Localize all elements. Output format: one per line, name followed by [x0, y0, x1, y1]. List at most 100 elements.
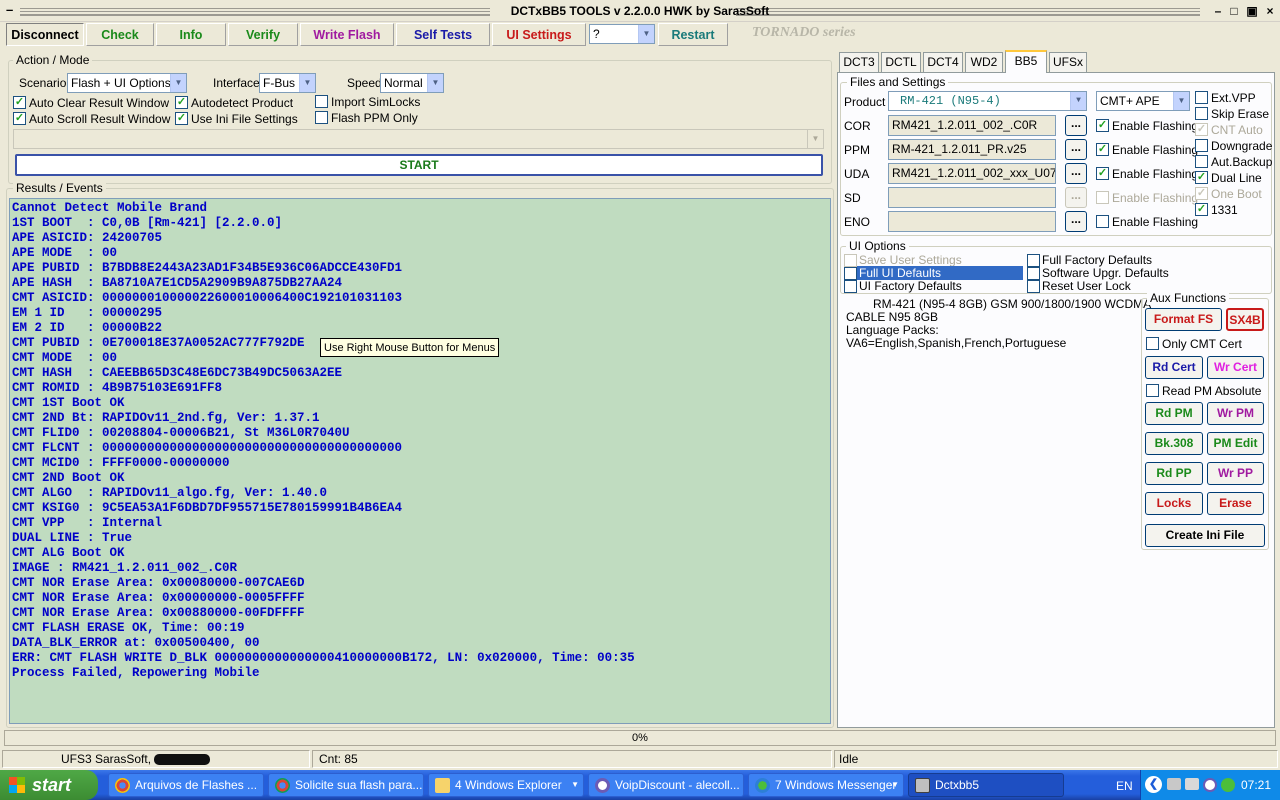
- scenario-value: Flash + UI Options: [71, 76, 171, 90]
- uda-browse-button[interactable]: ...: [1065, 163, 1087, 184]
- eno-field[interactable]: [888, 211, 1056, 232]
- use-ini-checkbox[interactable]: ✓: [175, 112, 188, 125]
- tray-device-icon[interactable]: [1167, 778, 1181, 790]
- results-log[interactable]: Cannot Detect Mobile Brand 1ST BOOT : C0…: [9, 198, 831, 724]
- uda-enable-checkbox[interactable]: ✓: [1096, 167, 1109, 180]
- tray-messenger-icon[interactable]: [1221, 778, 1235, 792]
- 1331-checkbox[interactable]: ✓: [1195, 203, 1208, 216]
- tab-ufsx[interactable]: UFSx: [1049, 52, 1087, 72]
- tray-voip-icon[interactable]: [1203, 778, 1217, 792]
- wr-pm-button[interactable]: Wr PM: [1207, 402, 1264, 425]
- locks-button[interactable]: Locks: [1145, 492, 1203, 515]
- rd-pm-button[interactable]: Rd PM: [1145, 402, 1203, 425]
- close-button[interactable]: ×: [1262, 3, 1278, 19]
- pm-edit-button[interactable]: PM Edit: [1207, 432, 1264, 455]
- dual-line-checkbox[interactable]: ✓: [1195, 171, 1208, 184]
- auto-clear-checkbox[interactable]: ✓: [13, 96, 26, 109]
- chevron-down-icon: ▼: [170, 74, 186, 92]
- skip-erase-checkbox[interactable]: [1195, 107, 1208, 120]
- reset-lock-checkbox[interactable]: [1027, 280, 1040, 293]
- read-pm-abs-checkbox[interactable]: [1146, 384, 1159, 397]
- sd-field[interactable]: [888, 187, 1056, 208]
- verify-button[interactable]: Verify: [228, 23, 298, 46]
- product-select[interactable]: RM-421 (N95-4) ▼: [888, 91, 1087, 111]
- ppm-enable-checkbox[interactable]: ✓: [1096, 143, 1109, 156]
- cor-field[interactable]: RM421_1.2.011_002_.C0R: [888, 115, 1056, 136]
- task-dctxbb5[interactable]: Dctxbb5: [908, 773, 1064, 797]
- bk308-button[interactable]: Bk.308: [1145, 432, 1203, 455]
- firefox-icon: [595, 778, 610, 793]
- rd-cert-button[interactable]: Rd Cert: [1145, 356, 1203, 379]
- start-menu-button[interactable]: start: [0, 770, 98, 800]
- progress-text: 0%: [632, 732, 648, 744]
- interface-select[interactable]: F-Bus ▼: [259, 73, 316, 93]
- cor-enable-checkbox[interactable]: ✓: [1096, 119, 1109, 132]
- full-factory-checkbox[interactable]: [1027, 254, 1040, 267]
- tab-dct4[interactable]: DCT4: [923, 52, 963, 72]
- task-messenger[interactable]: 7 Windows Messenger ▼: [748, 773, 904, 797]
- write-flash-button[interactable]: Write Flash: [300, 23, 394, 46]
- format-fs-button[interactable]: Format FS: [1145, 308, 1222, 331]
- maximize-button[interactable]: □: [1226, 3, 1242, 19]
- tray-network-icon[interactable]: [1185, 778, 1199, 790]
- wr-cert-button[interactable]: Wr Cert: [1207, 356, 1264, 379]
- tab-bb5[interactable]: BB5: [1005, 50, 1047, 73]
- disconnect-button[interactable]: Disconnect: [6, 23, 84, 46]
- self-tests-button[interactable]: Self Tests: [396, 23, 490, 46]
- log-line: CMT VPP : Internal: [12, 516, 163, 530]
- log-line: CMT 2ND Boot OK: [12, 471, 125, 485]
- ui-settings-button[interactable]: UI Settings: [492, 23, 586, 46]
- tab-dctl[interactable]: DCTL: [881, 52, 921, 72]
- restore-icon[interactable]: ▣: [1244, 3, 1260, 19]
- speed-label: Speed: [347, 76, 382, 90]
- tray-expand-icon[interactable]: ❮: [1145, 776, 1162, 793]
- cor-browse-button[interactable]: ...: [1065, 115, 1087, 136]
- flash-ppm-checkbox[interactable]: [315, 111, 328, 124]
- speed-select[interactable]: Normal ▼: [380, 73, 444, 93]
- rd-pp-button[interactable]: Rd PP: [1145, 462, 1203, 485]
- log-line: CMT MCID0 : FFFF0000-00000000: [12, 456, 230, 470]
- log-line: DATA_BLK_ERROR at: 0x00500400, 00: [12, 636, 260, 650]
- minimize-button[interactable]: –: [1210, 3, 1226, 19]
- eno-browse-button[interactable]: ...: [1065, 211, 1087, 232]
- sd-browse-button: ...: [1065, 187, 1087, 208]
- task-chrome-2[interactable]: Solicite sua flash para...: [268, 773, 424, 797]
- mode-select[interactable]: CMT+ APE ▼: [1096, 91, 1190, 111]
- erase-button[interactable]: Erase: [1207, 492, 1264, 515]
- check-button[interactable]: Check: [86, 23, 154, 46]
- eno-enable-checkbox[interactable]: [1096, 215, 1109, 228]
- import-simlocks-checkbox[interactable]: [315, 95, 328, 108]
- ext-vpp-checkbox[interactable]: [1195, 91, 1208, 104]
- task-chrome-1[interactable]: Arquivos de Flashes ...: [108, 773, 264, 797]
- sx4b-button[interactable]: SX4B: [1226, 308, 1264, 331]
- wr-pp-button[interactable]: Wr PP: [1207, 462, 1264, 485]
- log-line: CMT ASICID: 000000010000022600010006400C…: [12, 291, 403, 305]
- info-button[interactable]: Info: [156, 23, 226, 46]
- auto-scroll-checkbox[interactable]: ✓: [13, 112, 26, 125]
- aut-backup-checkbox[interactable]: [1195, 155, 1208, 168]
- only-cmt-label: Only CMT Cert: [1162, 337, 1242, 351]
- task-explorer[interactable]: 4 Windows Explorer ▼: [428, 773, 584, 797]
- 1331-label: 1331: [1211, 203, 1238, 217]
- downgrade-checkbox[interactable]: [1195, 139, 1208, 152]
- task-voip[interactable]: VoipDiscount - alecoll...: [588, 773, 744, 797]
- language-indicator[interactable]: EN: [1116, 779, 1133, 793]
- software-upgr-checkbox[interactable]: [1027, 267, 1040, 280]
- tab-dct3[interactable]: DCT3: [839, 52, 879, 72]
- auto-scroll-label: Auto Scroll Result Window: [29, 112, 171, 126]
- start-button[interactable]: START: [15, 154, 823, 176]
- autodetect-checkbox[interactable]: ✓: [175, 96, 188, 109]
- only-cmt-checkbox[interactable]: [1146, 337, 1159, 350]
- ui-options-label: UI Options: [846, 239, 909, 253]
- uda-field[interactable]: RM421_1.2.011_002_xxx_U07_uda: [888, 163, 1056, 184]
- full-ui-checkbox[interactable]: [844, 267, 857, 280]
- ppm-field[interactable]: RM-421_1.2.011_PR.v25: [888, 139, 1056, 160]
- help-select[interactable]: ? ▼: [589, 24, 655, 44]
- ui-factory-checkbox[interactable]: [844, 280, 857, 293]
- scenario-select[interactable]: Flash + UI Options ▼: [67, 73, 187, 93]
- tab-wd2[interactable]: WD2: [965, 52, 1003, 72]
- restart-button[interactable]: Restart: [658, 23, 728, 46]
- log-line: IMAGE : RM421_1.2.011_002_.C0R: [12, 561, 238, 575]
- ppm-browse-button[interactable]: ...: [1065, 139, 1087, 160]
- create-ini-button[interactable]: Create Ini File: [1145, 524, 1265, 547]
